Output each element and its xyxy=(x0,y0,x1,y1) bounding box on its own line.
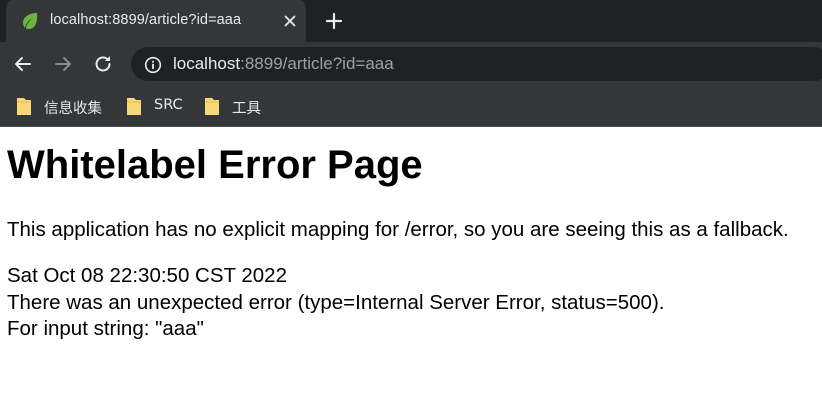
browser-tab[interactable]: localhost:8899/article?id=aaa xyxy=(6,0,306,42)
back-arrow-icon[interactable] xyxy=(11,52,35,76)
bookmark-label: 信息收集 xyxy=(44,101,102,117)
error-type-line: There was an unexpected error (type=Inte… xyxy=(7,291,665,314)
spring-leaf-icon xyxy=(23,13,38,29)
new-tab-icon[interactable] xyxy=(322,9,346,33)
browser-toolbar: localhost:8899/article?id=aaa xyxy=(0,42,822,86)
page-content: Whitelabel Error Page This application h… xyxy=(0,127,822,418)
bookmarks-bar: 信息收集 SRC 工具 xyxy=(0,86,822,127)
address-bar[interactable]: localhost:8899/article?id=aaa xyxy=(131,47,822,81)
page-title: Whitelabel Error Page xyxy=(7,143,423,187)
info-icon[interactable] xyxy=(144,56,162,74)
error-timestamp: Sat Oct 08 22:30:50 CST 2022 xyxy=(7,264,287,287)
tab-title: localhost:8899/article?id=aaa xyxy=(50,12,242,28)
reload-icon[interactable] xyxy=(91,52,115,76)
folder-icon xyxy=(17,98,31,115)
close-tab-icon[interactable] xyxy=(282,13,298,29)
error-detail-line: For input string: "aaa" xyxy=(7,317,204,340)
bookmark-label: 工具 xyxy=(232,101,261,117)
tab-strip: localhost:8899/article?id=aaa xyxy=(0,0,822,42)
url-path: :8899/article?id=aaa xyxy=(240,54,394,73)
forward-arrow-icon[interactable] xyxy=(51,52,75,76)
url-host: localhost xyxy=(173,54,241,73)
url-text[interactable]: localhost:8899/article?id=aaa xyxy=(173,54,394,74)
folder-icon xyxy=(127,98,141,115)
folder-icon xyxy=(205,98,219,115)
browser-window: localhost:8899/article?id=aaa localhost:… xyxy=(0,0,822,418)
error-description: This application has no explicit mapping… xyxy=(7,218,789,241)
bookmark-label: SRC xyxy=(154,97,183,113)
